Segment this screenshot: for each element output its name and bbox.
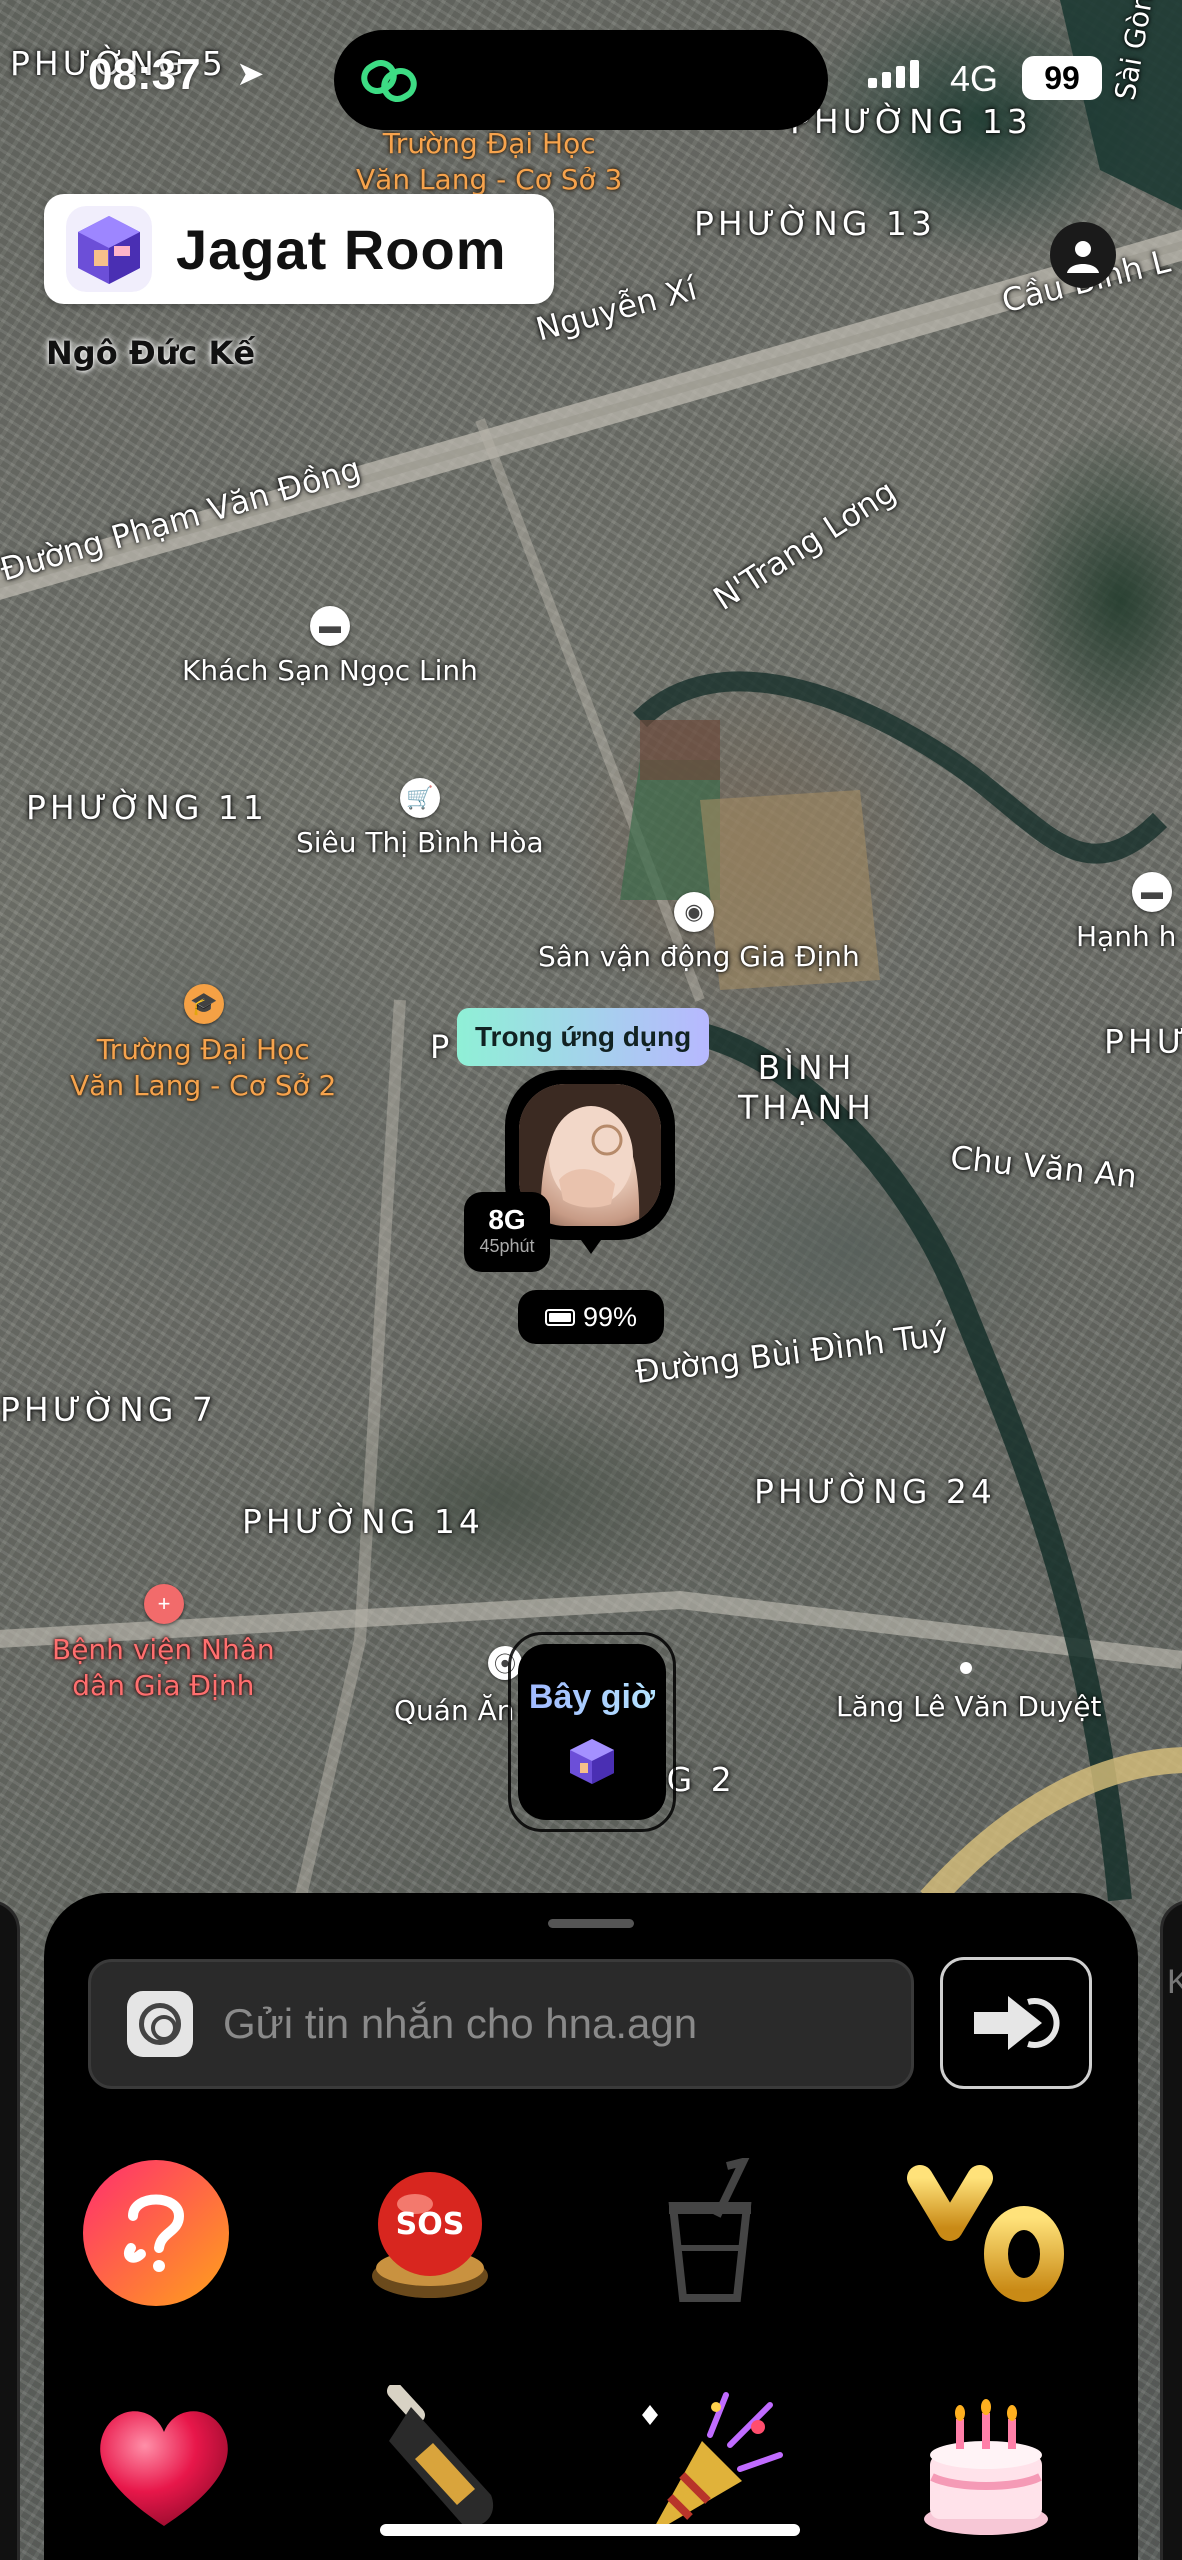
sheet-grabber[interactable] [548, 1919, 634, 1928]
previous-card-peek[interactable] [0, 1900, 20, 2560]
ward-label: PHƯỜNG 7 [0, 1390, 217, 1429]
distance-chip: 8G 45phút [464, 1192, 550, 1272]
message-placeholder: Gửi tin nhắn cho hna.agn [223, 2000, 698, 2047]
linked-rings-icon [361, 60, 417, 102]
signal-icon [868, 60, 919, 88]
location-arrow-icon: ➤ [236, 55, 265, 93]
school-label: Trường Đại Học Văn Lang - Cơ Sở 2 [70, 1033, 337, 1103]
friend-status-tag: Trong ứng dụng [457, 1008, 710, 1066]
distance-value: 8G [488, 1204, 526, 1235]
party-popper-reaction-icon[interactable] [630, 2385, 790, 2545]
poi-label: P [430, 1028, 450, 1066]
my-marker-label: Bây giờ [518, 1678, 666, 1717]
send-arrow-icon [974, 1996, 1060, 2050]
my-location-marker[interactable]: Bây giờ [518, 1644, 666, 1820]
next-card-peek-text: K [1167, 1963, 1182, 2001]
friend-battery-value: 99% [582, 1301, 638, 1332]
friend-battery-chip: 99% [518, 1290, 664, 1344]
battery-indicator: 99 [1022, 56, 1102, 100]
poi-label: Hạnh h [1076, 920, 1177, 953]
heart-reaction-icon[interactable] [84, 2385, 244, 2545]
ward-label: PHƯỜNG 24 [754, 1472, 996, 1511]
school-label: Trường Đại Học Văn Lang - Cơ Sở 3 [356, 127, 623, 197]
next-card-peek[interactable]: K [1160, 1900, 1182, 2560]
birthday-cake-reaction-icon[interactable] [906, 2385, 1066, 2545]
bubble-tea-reaction-icon[interactable] [630, 2153, 790, 2313]
poi-label: Siêu Thị Bình Hòa [296, 826, 544, 859]
room-cube-icon [570, 1739, 614, 1784]
person-icon [1067, 241, 1099, 273]
battery-icon [544, 1308, 575, 1326]
landmark-dot-icon [960, 1662, 972, 1674]
ward-label: PHƯỜNG 13 [694, 204, 936, 243]
home-indicator[interactable] [380, 2524, 800, 2536]
champagne-reaction-icon[interactable] [354, 2385, 514, 2545]
ward-label: PHƯỜNG 11 [26, 788, 268, 827]
message-input[interactable]: Gửi tin nhắn cho hna.agn [88, 1959, 914, 2089]
send-button[interactable] [940, 1957, 1092, 2089]
poi-label: Lăng Lê Văn Duyệt [836, 1690, 1102, 1723]
yo-reaction-icon[interactable] [906, 2153, 1066, 2313]
school-pin-icon[interactable]: 🎓 [184, 984, 224, 1024]
status-bar: 08:37 ➤ 4G 99 [0, 0, 1182, 130]
svg-text:SOS: SOS [396, 2207, 465, 2242]
app-logo-icon [66, 206, 152, 292]
ward-label: PHƯỜNG 14 [242, 1502, 484, 1541]
distance-duration: 45phút [479, 1236, 535, 1256]
poi-label: Quán Ăn [394, 1694, 515, 1727]
stadium-pin-icon[interactable]: ◉ [674, 892, 714, 932]
reaction-row: SOS [44, 2153, 1138, 2323]
street-label: Ngô Đức Kế [46, 334, 256, 372]
dynamic-island[interactable] [334, 30, 828, 130]
status-time: 08:37 [88, 50, 201, 99]
district-label: BÌNH THẠNH [738, 1048, 876, 1127]
ward-label: PHƯ [1104, 1022, 1182, 1061]
question-ear-reaction-icon[interactable] [76, 2153, 236, 2313]
hospital-pin-icon[interactable]: + [144, 1584, 184, 1624]
poi-label: Khách Sạn Ngọc Linh [182, 654, 478, 687]
sos-reaction-icon[interactable]: SOS [350, 2153, 510, 2313]
hotel-pin-icon[interactable]: ▬ [1132, 872, 1172, 912]
bottom-sheet[interactable]: Gửi tin nhắn cho hna.agn SOS [44, 1893, 1138, 2560]
app-title-chip[interactable]: Jagat Room [44, 194, 554, 304]
hotel-pin-icon[interactable]: ▬ [310, 606, 350, 646]
app-name: Jagat Room [176, 217, 507, 281]
shopping-cart-pin-icon[interactable]: 🛒 [400, 778, 440, 818]
poi-label: Sân vận động Gia Định [538, 940, 860, 973]
camera-icon[interactable] [127, 1991, 193, 2057]
hospital-label: Bệnh viện Nhân dân Gia Định [52, 1633, 275, 1703]
network-type: 4G [950, 58, 999, 99]
profile-button[interactable] [1050, 222, 1116, 288]
